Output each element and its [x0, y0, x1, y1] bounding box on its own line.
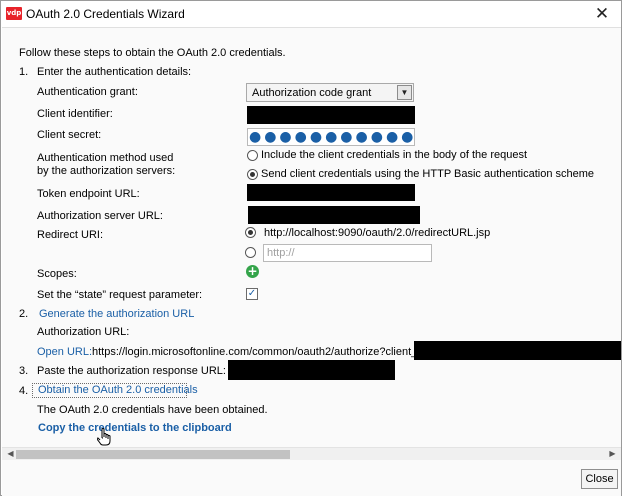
redirect-custom-placeholder: http://: [267, 247, 295, 259]
redirect-custom-radio[interactable]: [245, 247, 256, 258]
title-bar: vdp OAuth 2.0 Credentials Wizard ✕: [1, 1, 621, 27]
step2-number: 2.: [19, 308, 29, 320]
client-secret-field[interactable]: ●●●●●●●●●●●●●●●●●●●●●●: [247, 128, 415, 146]
client-id-label: Client identifier:: [37, 108, 113, 120]
step1-heading: Enter the authentication details:: [37, 66, 192, 78]
auth-method-option-basic: Send client credentials using the HTTP B…: [261, 168, 595, 180]
scopes-label: Scopes:: [37, 268, 77, 280]
auth-method-label-line1: Authentication method used: [37, 152, 174, 164]
generate-auth-url-link[interactable]: Generate the authorization URL: [39, 308, 194, 320]
response-url-field-redacted[interactable]: [228, 360, 395, 380]
redirect-default-uri: http://localhost:9090/oauth/2.0/redirect…: [264, 227, 491, 239]
state-param-checkbox[interactable]: ✓: [246, 288, 258, 300]
redirect-default-radio[interactable]: [245, 227, 256, 238]
dialog-footer: [2, 460, 621, 496]
close-window-icon[interactable]: ✕: [591, 3, 613, 25]
client-secret-label: Client secret:: [37, 129, 102, 141]
auth-grant-label: Authentication grant:: [37, 86, 138, 98]
response-url-label: Paste the authorization response URL:: [37, 365, 226, 377]
close-button[interactable]: Close: [581, 469, 618, 489]
state-param-label: Set the “state” request parameter:: [37, 289, 203, 301]
horizontal-scrollbar[interactable]: ◀ ▶: [2, 447, 621, 460]
client-id-field-redacted[interactable]: [247, 106, 415, 124]
open-url-link[interactable]: Open URL:: [37, 346, 92, 358]
auth-server-label: Authorization server URL:: [37, 210, 163, 222]
auth-method-label-line2: by the authorization servers:: [37, 165, 176, 177]
token-endpoint-field-redacted[interactable]: [247, 184, 415, 201]
add-scope-icon[interactable]: +: [246, 265, 259, 278]
step4-number: 4.: [19, 385, 29, 397]
auth-method-basic-radio[interactable]: [247, 169, 258, 180]
window-title: OAuth 2.0 Credentials Wizard: [26, 7, 185, 21]
auth-url-label: Authorization URL:: [37, 326, 130, 338]
auth-grant-select[interactable]: Authorization code grant ▼: [246, 83, 414, 102]
auth-url-value: https://login.microsoftonline.com/common…: [92, 346, 433, 358]
auth-server-field-redacted[interactable]: [248, 206, 420, 224]
auth-url-redacted: [414, 341, 621, 360]
step1-number: 1.: [19, 66, 29, 78]
chevron-down-icon[interactable]: ▼: [397, 85, 412, 100]
scroll-right-icon[interactable]: ▶: [606, 448, 619, 460]
token-endpoint-label: Token endpoint URL:: [37, 188, 140, 200]
auth-grant-value: Authorization code grant: [252, 87, 372, 99]
intro-text: Follow these steps to obtain the OAuth 2…: [19, 47, 286, 59]
app-logo-icon: vdp: [6, 7, 22, 20]
redirect-custom-input[interactable]: http://: [263, 244, 432, 262]
scrollbar-thumb[interactable]: [16, 450, 290, 459]
redirect-uri-label: Redirect URI:: [37, 229, 104, 241]
copy-credentials-link[interactable]: Copy the credentials to the clipboard: [38, 422, 232, 434]
auth-method-option-body: Include the client credentials in the bo…: [261, 149, 528, 161]
wizard-content: Follow these steps to obtain the OAuth 2…: [2, 27, 621, 447]
step3-number: 3.: [19, 365, 29, 377]
obtain-credentials-link[interactable]: Obtain the OAuth 2.0 credentials: [38, 384, 198, 396]
credentials-status: The OAuth 2.0 credentials have been obta…: [37, 404, 268, 416]
auth-method-body-radio[interactable]: [247, 150, 258, 161]
oauth-wizard-window: vdp OAuth 2.0 Credentials Wizard ✕ Follo…: [0, 0, 622, 496]
hand-cursor-icon: [97, 428, 111, 446]
